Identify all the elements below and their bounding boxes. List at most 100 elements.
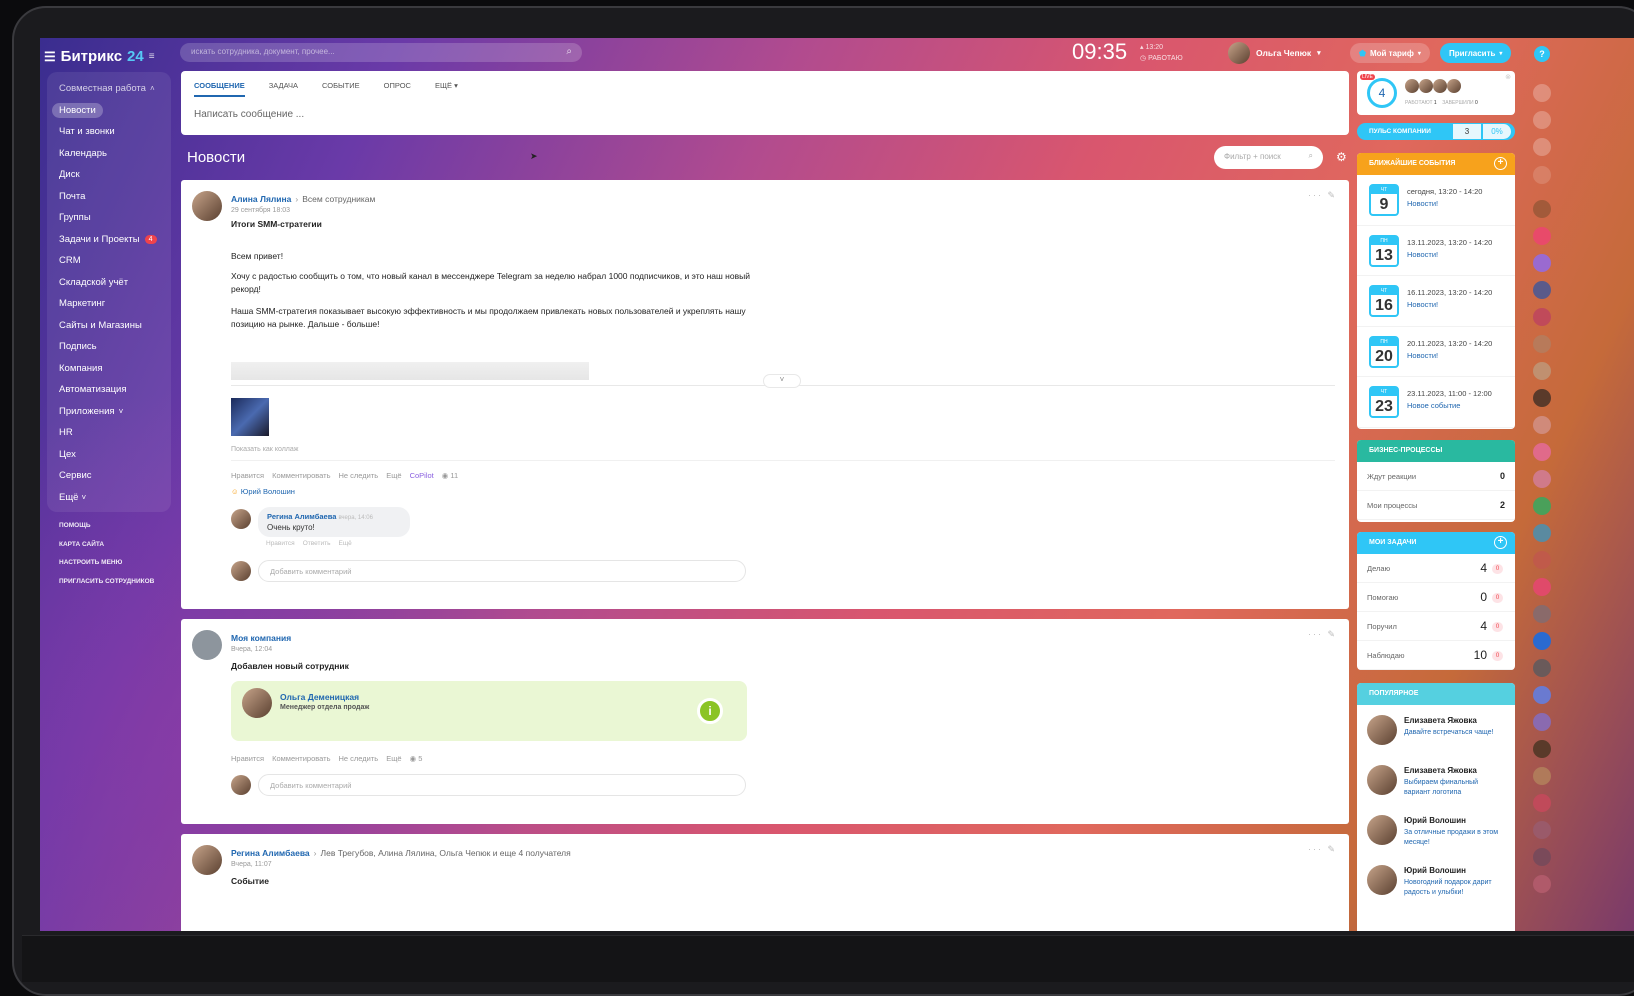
task-row[interactable]: Наблюдаю 10 0: [1357, 641, 1515, 670]
chat-icon[interactable]: [1533, 84, 1551, 102]
search-icon[interactable]: [1533, 166, 1551, 184]
tab-event[interactable]: СОБЫТИЕ: [322, 81, 360, 97]
like-button[interactable]: Нравится: [266, 540, 295, 547]
sidebar-item-sign[interactable]: Подпись: [47, 336, 171, 358]
avatar[interactable]: [1533, 308, 1551, 326]
task-row[interactable]: Поручил 4 0: [1357, 612, 1515, 641]
avatar[interactable]: [1533, 659, 1551, 677]
sidebar-item-mail[interactable]: Почта: [47, 186, 171, 208]
close-icon[interactable]: ⊗: [1505, 73, 1511, 81]
post-date[interactable]: Вчера, 12:04: [231, 646, 272, 653]
widget-header[interactable]: ПОПУЛЯРНОЕ: [1357, 683, 1515, 705]
sidebar-item-crm[interactable]: CRM: [47, 250, 171, 272]
search-input[interactable]: искать сотрудника, документ, прочее... ⌕: [180, 43, 582, 62]
tab-message[interactable]: СООБЩЕНИЕ: [194, 81, 245, 97]
unfollow-button[interactable]: Не следить: [339, 754, 379, 763]
avatar[interactable]: [1533, 389, 1551, 407]
widget-header[interactable]: БЛИЖАЙШИЕ СОБЫТИЯ +: [1357, 153, 1515, 175]
popular-item[interactable]: Юрий Волошин За отличные продажи в этом м…: [1357, 805, 1515, 855]
sidebar-item-groups[interactable]: Группы: [47, 207, 171, 229]
sidebar-item-hr[interactable]: HR: [47, 422, 171, 444]
avatar[interactable]: [1533, 470, 1551, 488]
avatar[interactable]: [1533, 632, 1551, 650]
widget-header[interactable]: БИЗНЕС-ПРОЦЕССЫ: [1357, 440, 1515, 462]
user-menu[interactable]: Ольга Чепюк ▾: [1228, 42, 1321, 64]
event-item[interactable]: ЧТ 9 сегодня, 13:20 - 14:20 Новости!: [1357, 175, 1515, 226]
new-employee-card[interactable]: Ольга Деменицкая Менеджер отдела продаж …: [231, 681, 747, 741]
like-button[interactable]: Нравится: [231, 471, 264, 480]
avatar[interactable]: [1533, 200, 1551, 218]
attached-image[interactable]: [231, 398, 269, 436]
employee-name[interactable]: Ольга Деменицкая: [280, 692, 359, 702]
work-day-status[interactable]: ▴ 13:20 ◷ РАБОТАЮ: [1140, 42, 1183, 64]
help-link[interactable]: ПОМОЩЬ: [59, 522, 154, 541]
checkbox-icon[interactable]: [1533, 713, 1551, 731]
comment-button[interactable]: Комментировать: [272, 754, 330, 763]
sitemap-link[interactable]: КАРТА САЙТА: [59, 541, 154, 560]
tab-more[interactable]: ЕЩЁ ▾: [435, 81, 458, 97]
avatar[interactable]: [1533, 740, 1551, 758]
filter-search-input[interactable]: Фильтр + поиск ⌕: [1214, 146, 1323, 169]
avatar[interactable]: [1533, 254, 1551, 272]
bp-row[interactable]: Ждут реакции 0: [1357, 462, 1515, 491]
tab-poll[interactable]: ОПРОС: [384, 81, 411, 97]
avatar[interactable]: [1533, 794, 1551, 812]
clock[interactable]: 09:35: [1072, 39, 1127, 65]
like-button[interactable]: Нравится: [231, 754, 264, 763]
sidebar-item-news[interactable]: Новости: [47, 100, 171, 122]
add-icon[interactable]: +: [1494, 157, 1507, 170]
comment-input[interactable]: Добавить комментарий: [258, 560, 746, 582]
unfollow-button[interactable]: Не следить: [339, 471, 379, 480]
event-item[interactable]: ПН 13 13.11.2023, 13:20 - 14:20 Новости!: [1357, 226, 1515, 276]
more-button[interactable]: Ещё: [386, 471, 401, 480]
audience[interactable]: Всем сотрудникам: [302, 194, 375, 204]
gear-icon[interactable]: ⚙: [1336, 150, 1347, 164]
avatar[interactable]: [231, 509, 251, 529]
more-button[interactable]: Ещё: [386, 754, 401, 763]
avatar[interactable]: [1533, 497, 1551, 515]
task-row[interactable]: Делаю 4 0: [1357, 554, 1515, 583]
message-icon[interactable]: [1533, 281, 1551, 299]
author-link[interactable]: Регина Алимбаева: [231, 848, 310, 858]
calendar-icon[interactable]: [1533, 686, 1551, 704]
sidebar-item-workshop[interactable]: Цех: [47, 444, 171, 466]
invite-button[interactable]: Пригласить ▾: [1440, 43, 1512, 63]
stream-widget[interactable]: LIVE 4 РАБОТАЮТ 1 ЗАВЕРШИЛИ 0 ⊗: [1357, 71, 1515, 115]
sidebar-item-sites[interactable]: Сайты и Магазины: [47, 315, 171, 337]
avatar[interactable]: [1533, 605, 1551, 623]
clock-icon[interactable]: [1533, 138, 1551, 156]
sidebar-item-company[interactable]: Компания: [47, 358, 171, 380]
audience[interactable]: Лев Трегубов, Алина Лялина, Ольга Чепюк …: [321, 848, 571, 858]
sidebar-item-service[interactable]: Сервис: [47, 465, 171, 487]
sidebar-item-chat[interactable]: Чат и звонки: [47, 121, 171, 143]
invite-employees-link[interactable]: ПРИГЛАСИТЬ СОТРУДНИКОВ: [59, 578, 154, 597]
avatar[interactable]: [1533, 875, 1551, 893]
widget-header[interactable]: МОИ ЗАДАЧИ +: [1357, 532, 1515, 554]
add-icon[interactable]: +: [1494, 536, 1507, 549]
bp-row[interactable]: Мои процессы 2: [1357, 491, 1515, 520]
search-icon[interactable]: ⌕: [566, 46, 572, 57]
post-menu-icon[interactable]: ··· ✎: [1308, 190, 1337, 201]
event-item[interactable]: ЧТ 23 23.11.2023, 11:00 - 12:00 Новое событ…: [1357, 377, 1515, 428]
copilot-button[interactable]: CoPilot: [410, 471, 434, 480]
sidebar-item-tasks[interactable]: Задачи и Проекты 4: [47, 229, 171, 251]
sidebar-item-apps[interactable]: Приложения ˅: [47, 401, 171, 423]
settings-lines-icon[interactable]: ≡: [149, 51, 155, 62]
post-date[interactable]: 29 сентября 18:03: [231, 207, 290, 214]
popular-item[interactable]: Елизавета Яжовка Выбираем финальный вариа…: [1357, 755, 1515, 805]
comment-input[interactable]: Добавить комментарий: [258, 774, 746, 796]
avatar[interactable]: [192, 845, 222, 875]
hamburger-icon[interactable]: ☰: [44, 49, 56, 65]
author-link[interactable]: Алина Лялина: [231, 194, 291, 204]
avatar[interactable]: [1533, 443, 1551, 461]
avatar[interactable]: [192, 630, 222, 660]
company-pulse-widget[interactable]: ПУЛЬС КОМПАНИИ 3 0%: [1357, 123, 1515, 140]
avatar[interactable]: [1533, 335, 1551, 353]
sidebar-item-marketing[interactable]: Маркетинг: [47, 293, 171, 315]
show-collage-link[interactable]: Показать как коллаж: [231, 446, 298, 453]
event-item[interactable]: ЧТ 16 16.11.2023, 13:20 - 14:20 Новости!: [1357, 276, 1515, 327]
group-icon[interactable]: [1533, 524, 1551, 542]
bell-icon[interactable]: [1533, 111, 1551, 129]
sidebar-item-calendar[interactable]: Календарь: [47, 143, 171, 165]
avatar[interactable]: [1533, 416, 1551, 434]
